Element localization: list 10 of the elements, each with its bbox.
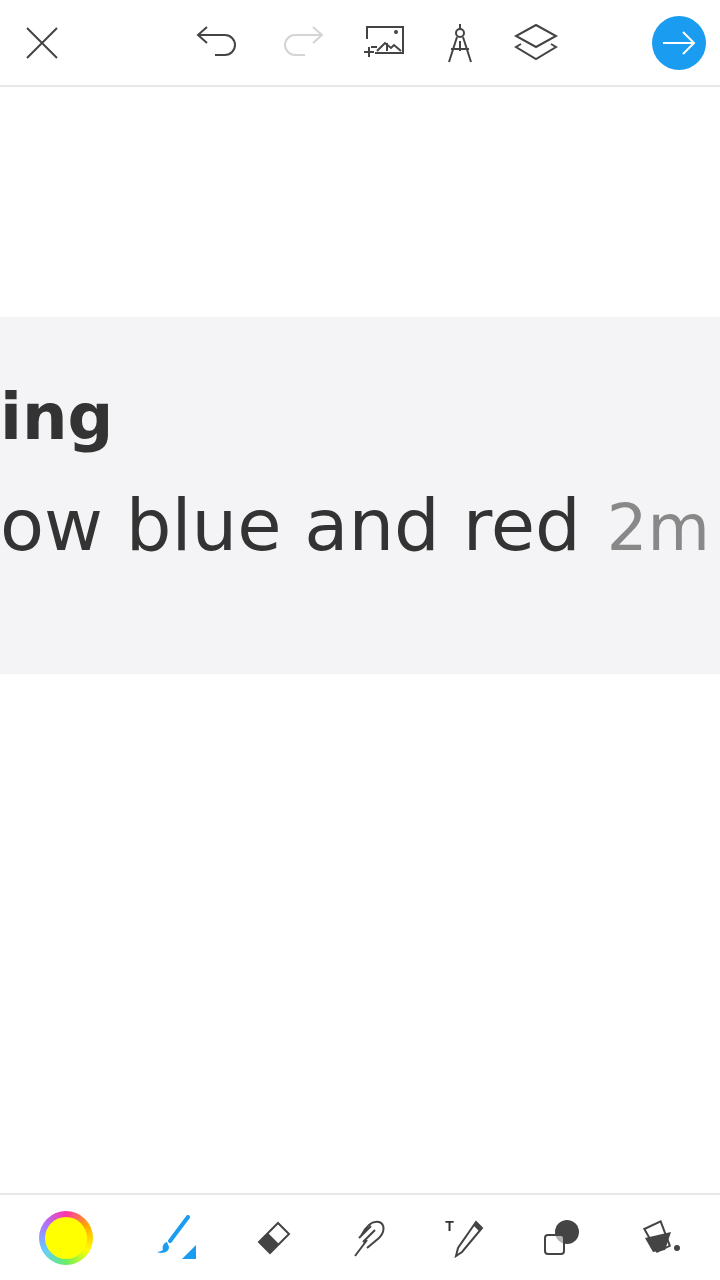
arrow-right-icon [661, 28, 697, 57]
eraser-icon [256, 1219, 293, 1256]
time-text: 2m [606, 496, 710, 560]
text-tool[interactable]: T [443, 1215, 486, 1260]
compass-icon [445, 22, 475, 63]
paint-bucket-icon [640, 1219, 681, 1256]
body-text: ow blue and red [0, 489, 581, 561]
close-icon [24, 24, 60, 61]
next-button[interactable] [652, 15, 706, 70]
layers-icon [513, 22, 559, 61]
